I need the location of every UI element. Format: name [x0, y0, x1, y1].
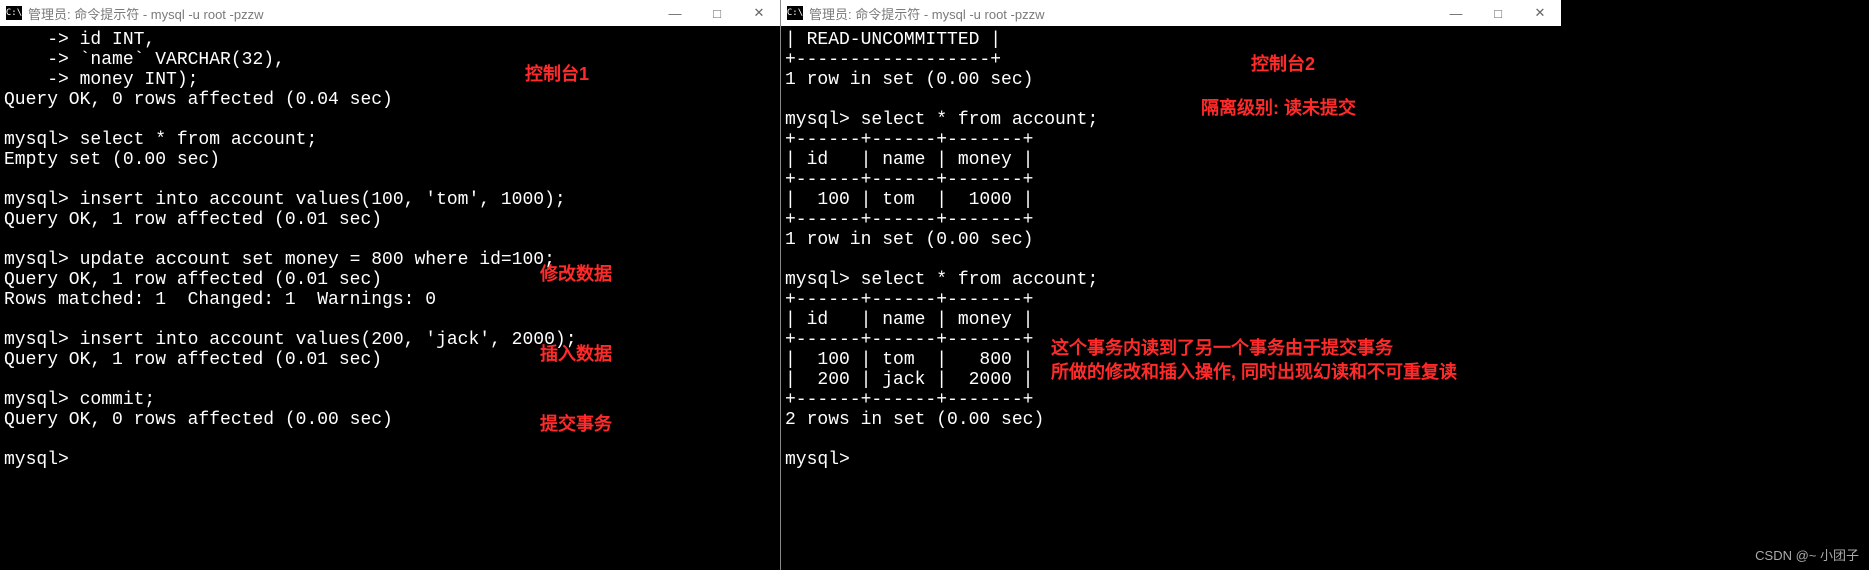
annotation-dirty-read-1: 这个事务内读到了另一个事务由于提交事务 — [1051, 338, 1393, 358]
window-controls-right: — □ ✕ — [1435, 0, 1561, 26]
annotation-insert-data: 插入数据 — [540, 344, 612, 364]
close-button[interactable]: ✕ — [1519, 0, 1561, 26]
background-filler: CSDN @~ 小团子 — [1561, 0, 1869, 570]
maximize-button[interactable]: □ — [696, 0, 738, 26]
annotation-commit-txn: 提交事务 — [540, 414, 612, 434]
annotation-isolation-level: 隔离级别: 读未提交 — [1201, 98, 1356, 118]
annotation-console-1: 控制台1 — [525, 64, 589, 84]
window-title-right: 管理员: 命令提示符 - mysql -u root -pzzw — [809, 4, 1044, 23]
terminal-output-right[interactable]: | READ-UNCOMMITTED | +------------------… — [781, 26, 1561, 570]
watermark: CSDN @~ 小团子 — [1755, 545, 1859, 564]
annotation-console-2: 控制台2 — [1251, 54, 1315, 74]
maximize-button[interactable]: □ — [1477, 0, 1519, 26]
close-button[interactable]: ✕ — [738, 0, 780, 26]
annotation-dirty-read-2: 所做的修改和插入操作, 同时出现幻读和不可重复读 — [1051, 362, 1457, 382]
titlebar-left[interactable]: C:\ 管理员: 命令提示符 - mysql -u root -pzzw — □… — [0, 0, 780, 26]
console-1-window: C:\ 管理员: 命令提示符 - mysql -u root -pzzw — □… — [0, 0, 780, 570]
window-controls-left: — □ ✕ — [654, 0, 780, 26]
minimize-button[interactable]: — — [1435, 0, 1477, 26]
minimize-button[interactable]: — — [654, 0, 696, 26]
titlebar-right[interactable]: C:\ 管理员: 命令提示符 - mysql -u root -pzzw — □… — [781, 0, 1561, 26]
cmd-icon: C:\ — [787, 6, 803, 20]
cmd-icon: C:\ — [6, 6, 22, 20]
window-title-left: 管理员: 命令提示符 - mysql -u root -pzzw — [28, 4, 263, 23]
console-2-window: C:\ 管理员: 命令提示符 - mysql -u root -pzzw — □… — [781, 0, 1561, 570]
annotation-modify-data: 修改数据 — [540, 264, 612, 284]
terminal-output-left[interactable]: -> id INT, -> `name` VARCHAR(32), -> mon… — [0, 26, 780, 570]
